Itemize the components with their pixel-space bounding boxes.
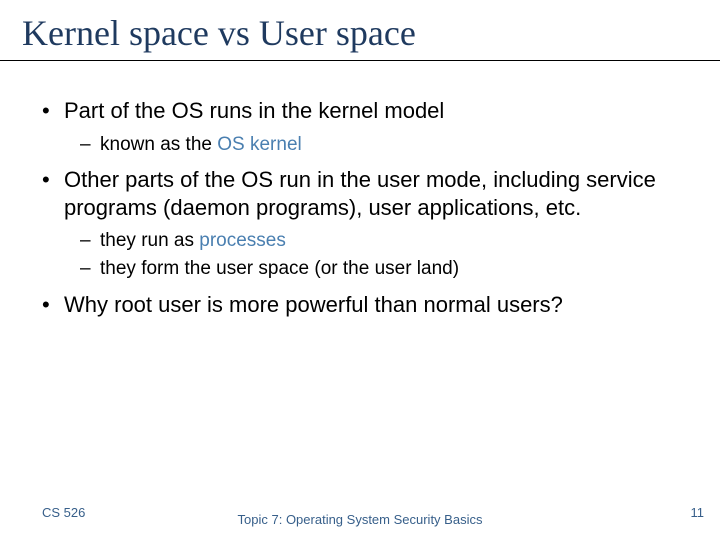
footer-left: CS 526 [42,505,85,520]
accent-text: OS kernel [217,134,301,155]
footer-center: Topic 7: Operating System Security Basic… [238,512,483,528]
footer-page-number: 11 [691,505,705,520]
bullet-item: Other parts of the OS run in the user mo… [20,166,700,221]
sub-bullet-text: known as the [100,134,217,155]
sub-bullet-item: they run as processes [20,229,700,253]
bullet-item: Part of the OS runs in the kernel model [20,97,700,125]
accent-text: processes [199,230,286,251]
slide-title: Kernel space vs User space [0,0,720,60]
slide-content: Part of the OS runs in the kernel model … [0,61,720,318]
bullet-item: Why root user is more powerful than norm… [20,291,700,319]
sub-bullet-text: they run as [100,230,199,251]
sub-bullet-item: known as the OS kernel [20,133,700,157]
sub-bullet-item: they form the user space (or the user la… [20,257,700,281]
